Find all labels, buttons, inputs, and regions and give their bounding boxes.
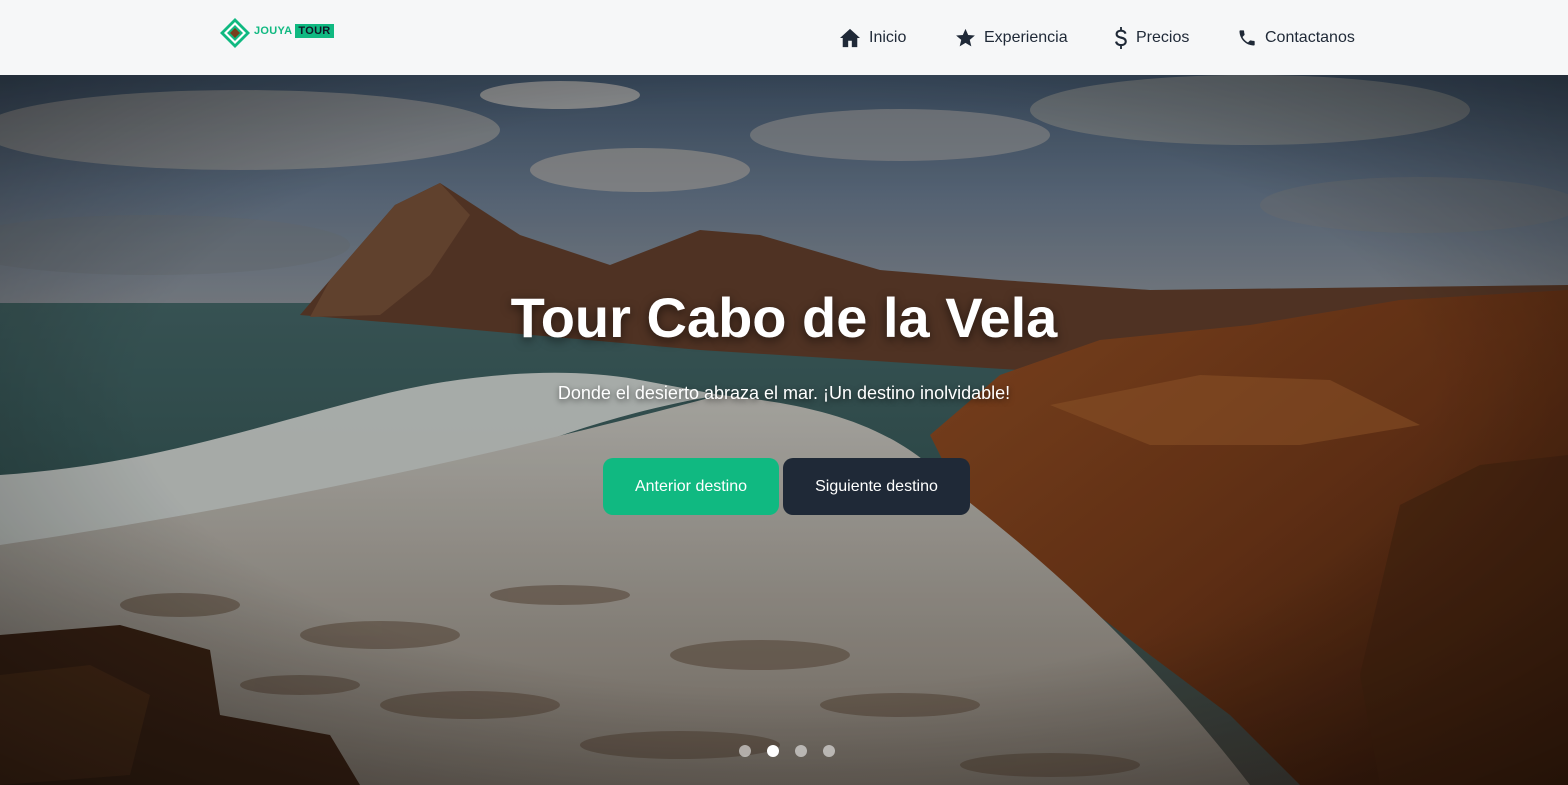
nav-label-contactanos: Contactanos	[1265, 29, 1355, 46]
nav-label-precios: Precios	[1136, 29, 1190, 46]
dollar-icon	[1115, 27, 1127, 49]
hero-title: Tour Cabo de la Vela	[510, 286, 1058, 349]
slide-dot-3[interactable]	[795, 745, 807, 757]
nav-item-precios[interactable]: Precios	[1114, 24, 1189, 52]
nav-item-inicio[interactable]: Inicio	[839, 24, 906, 52]
phone-icon	[1239, 30, 1255, 46]
navbar: JOUYA TOUR Inicio Experiencia Precios Co…	[0, 0, 1568, 75]
main-nav: Inicio Experiencia Precios Contactanos	[0, 0, 1568, 75]
star-icon	[956, 28, 975, 47]
slide-dot-2-active[interactable]	[767, 745, 779, 757]
hero-slider: Tour Cabo de la Vela Donde el desierto a…	[0, 75, 1568, 785]
nav-label-experiencia: Experiencia	[984, 29, 1068, 46]
slide-indicators	[739, 745, 839, 757]
home-icon	[840, 28, 860, 48]
nav-item-contactanos[interactable]: Contactanos	[1237, 24, 1355, 52]
page: JOUYA TOUR Inicio Experiencia Precios Co…	[0, 0, 1568, 785]
slide-dot-1[interactable]	[739, 745, 751, 757]
hero-subtitle: Donde el desierto abraza el mar. ¡Un des…	[557, 383, 1011, 403]
previous-destination-button[interactable]: Anterior destino	[603, 458, 779, 515]
slide-dot-4[interactable]	[823, 745, 835, 757]
next-destination-button[interactable]: Siguiente destino	[783, 458, 970, 515]
nav-label-inicio: Inicio	[869, 29, 907, 46]
hero-overlay	[0, 75, 1568, 785]
nav-item-experiencia[interactable]: Experiencia	[955, 24, 1068, 52]
